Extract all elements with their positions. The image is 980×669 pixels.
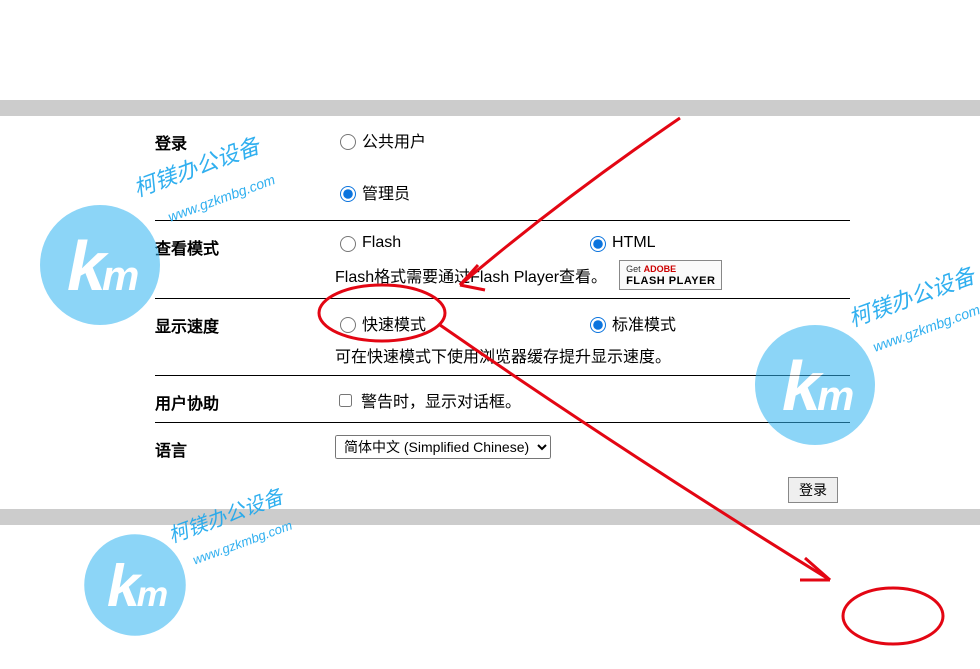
viewmode-label: 查看模式 — [155, 233, 335, 259]
login-label: 登录 — [155, 128, 335, 154]
radio-admin-label: 管理员 — [362, 180, 410, 204]
radio-public-user-label: 公共用户 — [362, 128, 426, 152]
login-button[interactable]: 登录 — [788, 477, 838, 503]
radio-fast[interactable]: 快速模式 — [335, 311, 585, 335]
speed-hint: 可在快速模式下使用浏览器缓存提升显示速度。 — [335, 343, 671, 367]
radio-admin-input[interactable] — [340, 186, 356, 202]
speed-label: 显示速度 — [155, 311, 335, 337]
radio-html-label: HTML — [612, 234, 656, 252]
svg-text:m: m — [137, 574, 169, 614]
language-label: 语言 — [155, 435, 335, 461]
radio-fast-input[interactable] — [340, 317, 356, 333]
watermark-logo-2: k m — [80, 530, 190, 640]
radio-standard-input[interactable] — [590, 317, 606, 333]
radio-flash[interactable]: Flash — [335, 233, 585, 252]
assist-label: 用户协助 — [155, 388, 335, 414]
radio-flash-input[interactable] — [340, 236, 356, 252]
viewmode-hint: Flash格式需要通过Flash Player查看。 — [335, 263, 607, 287]
radio-standard[interactable]: 标准模式 — [585, 311, 835, 335]
radio-html-input[interactable] — [590, 236, 606, 252]
assist-checkbox-label: 警告时，显示对话框。 — [361, 388, 521, 412]
radio-public-user[interactable]: 公共用户 — [335, 128, 585, 152]
language-select[interactable]: 简体中文 (Simplified Chinese) — [335, 435, 551, 459]
radio-public-user-input[interactable] — [340, 134, 356, 150]
assist-checkbox[interactable] — [339, 394, 352, 407]
svg-text:k: k — [107, 552, 143, 619]
radio-html[interactable]: HTML — [585, 233, 835, 252]
radio-flash-label: Flash — [362, 234, 401, 252]
radio-fast-label: 快速模式 — [362, 311, 426, 335]
flash-player-badge[interactable]: Get ADOBE FLASH PLAYER — [619, 260, 722, 290]
radio-admin[interactable]: 管理员 — [335, 180, 585, 204]
radio-standard-label: 标准模式 — [612, 311, 676, 335]
